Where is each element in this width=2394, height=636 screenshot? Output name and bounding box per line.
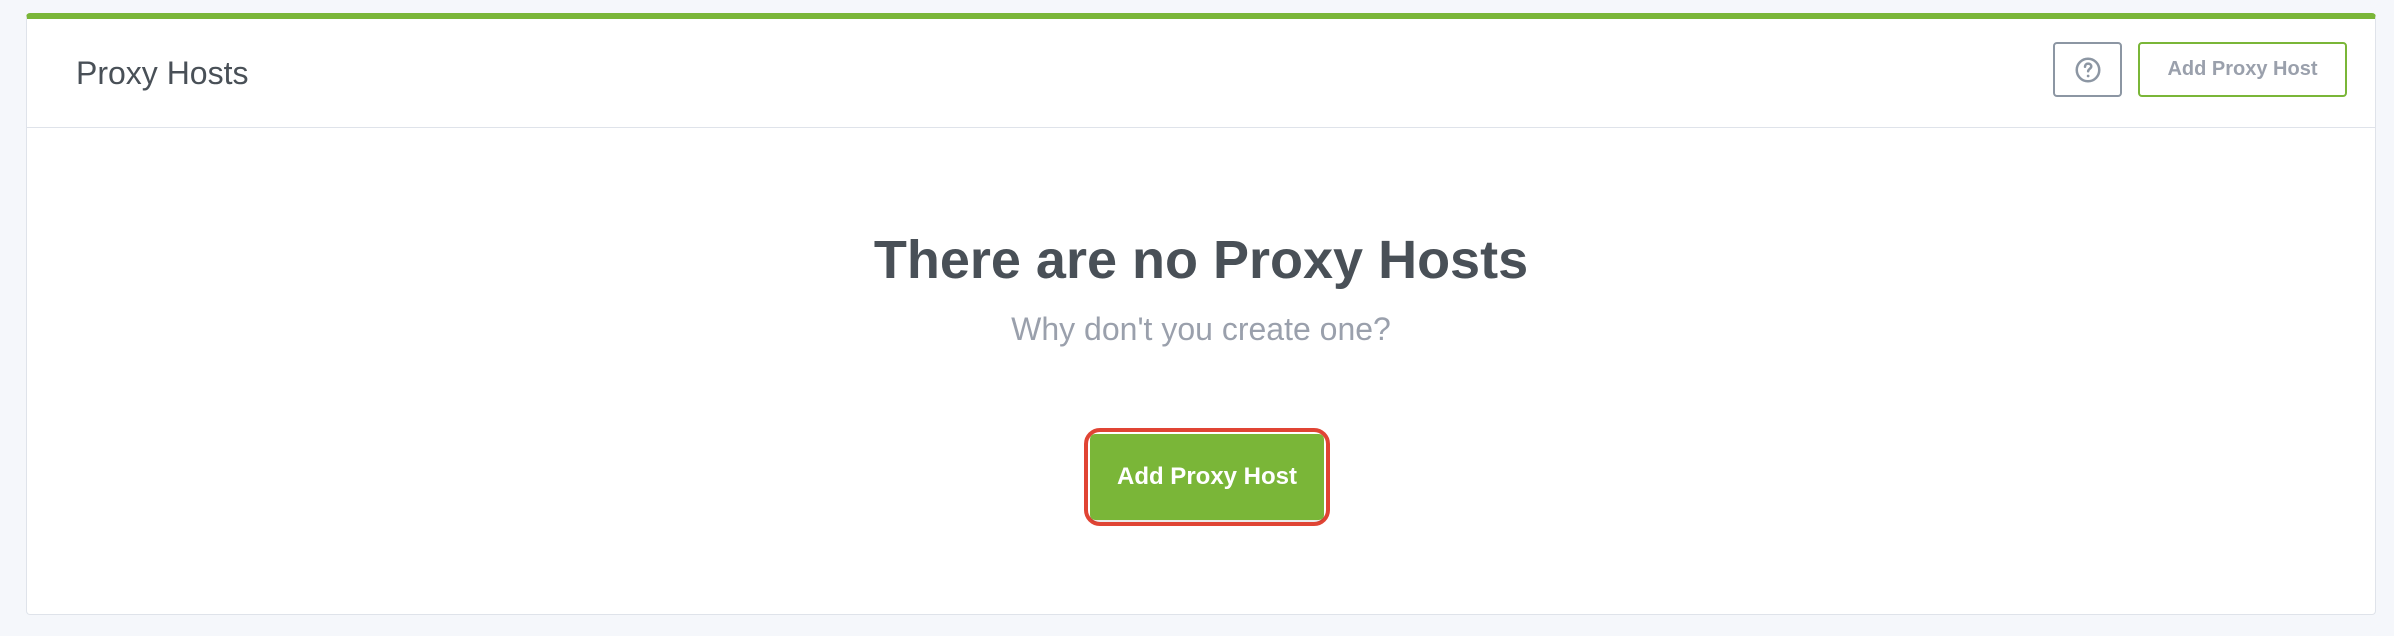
header-add-proxy-host-button[interactable]: Add Proxy Host [2138,42,2347,97]
card-header: Proxy Hosts Add Proxy Host [27,19,2375,128]
empty-state-subtitle: Why don't you create one? [1011,311,1391,347]
empty-state-title: There are no Proxy Hosts [873,230,1529,290]
help-button[interactable] [2053,42,2122,97]
question-circle-icon [2075,57,2100,82]
page-title: Proxy Hosts [76,55,249,91]
add-proxy-host-button[interactable]: Add Proxy Host [1090,434,1324,520]
proxy-hosts-card: Proxy Hosts Add Proxy Host There are no … [26,13,2376,615]
